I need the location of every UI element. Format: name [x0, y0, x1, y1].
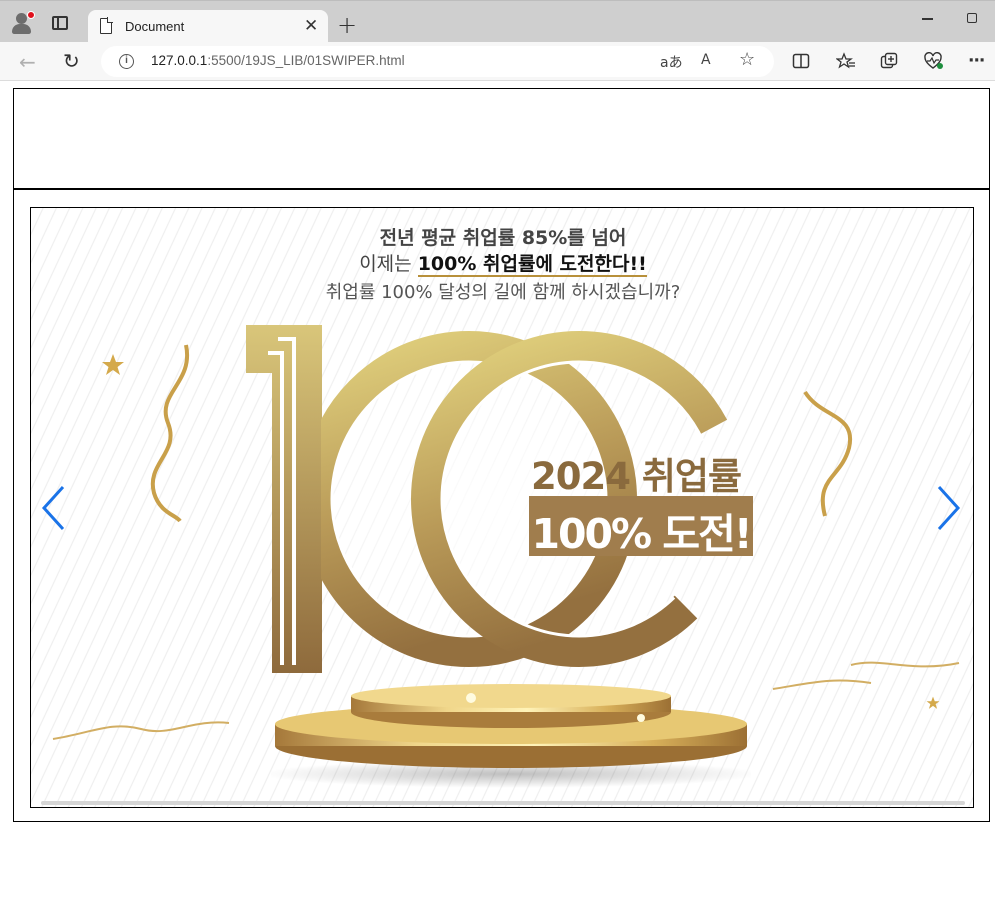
- browser-essentials-icon[interactable]: [924, 52, 944, 70]
- banner-headline-2-prefix: 이제는: [359, 253, 418, 275]
- url-text[interactable]: 127.0.0.1:5500/19JS_LIB/01SWIPER.html: [151, 53, 405, 68]
- favorite-star-icon[interactable]: ☆: [739, 49, 755, 70]
- promo-challenge-box: 100% 도전!: [529, 496, 753, 558]
- page-header-box: [13, 88, 990, 190]
- url-path: :5500/19JS_LIB/01SWIPER.html: [207, 53, 405, 68]
- split-screen-icon[interactable]: [792, 52, 810, 70]
- reload-button[interactable]: ↻: [63, 51, 80, 71]
- tab-actions-icon[interactable]: [52, 16, 68, 30]
- window-minimize-button[interactable]: [922, 18, 933, 20]
- swiper-scrollbar[interactable]: [41, 801, 965, 805]
- more-menu-button[interactable]: ···: [968, 52, 985, 70]
- site-info-icon[interactable]: i: [119, 54, 134, 69]
- browser-tab-strip: Document ✕ +: [0, 0, 995, 43]
- swiper-next-button[interactable]: [937, 485, 961, 531]
- tab-close-button[interactable]: ✕: [304, 16, 318, 36]
- chevron-left-icon: [41, 485, 65, 531]
- new-tab-button[interactable]: +: [337, 12, 357, 38]
- gold-podium-graphic: [271, 684, 751, 788]
- gold-star-icon: [102, 354, 124, 375]
- browser-toolbar: ← ↻ i 127.0.0.1:5500/19JS_LIB/01SWIPER.h…: [0, 42, 995, 81]
- chevron-right-icon: [937, 485, 961, 531]
- translate-icon[interactable]: aあ: [660, 52, 683, 72]
- gold-ribbon-right-icon: [803, 390, 853, 517]
- url-host: 127.0.0.1: [151, 53, 208, 68]
- favorites-icon[interactable]: [836, 52, 856, 70]
- big-number-one-graphic: [246, 325, 322, 673]
- profile-avatar-icon[interactable]: [10, 11, 35, 35]
- promo-year-text: 2024 취업률: [531, 455, 742, 498]
- banner-headline-3: 취업률 100% 달성의 길에 함께 하시겠습니까?: [325, 282, 681, 303]
- banner-headline-1: 전년 평균 취업률 85%를 넘어: [379, 227, 627, 249]
- window-maximize-button[interactable]: [967, 13, 977, 23]
- banner-headline-2: 이제는 100% 취업률에 도전한다!!: [31, 249, 973, 277]
- promo-challenge-text: 100% 도전!: [531, 510, 752, 558]
- back-button[interactable]: ←: [19, 52, 36, 72]
- gold-ribbon-bottom-left-icon: [52, 721, 230, 740]
- banner-headline-2-strong: 100% 취업률에 도전한다!!: [417, 253, 647, 277]
- collections-icon[interactable]: [880, 52, 900, 70]
- tab-title: Document: [125, 19, 185, 34]
- tab-document[interactable]: Document ✕: [88, 10, 328, 43]
- swiper-prev-button[interactable]: [41, 485, 65, 531]
- document-icon: [100, 17, 113, 34]
- gold-ribbon-left-icon: [150, 344, 190, 523]
- gold-star-small-icon: [926, 696, 940, 709]
- swiper-slide-banner[interactable]: 전년 평균 취업률 85%를 넘어 이제는 100% 취업률에 도전한다!! 취…: [30, 207, 974, 808]
- read-aloud-icon[interactable]: A: [701, 52, 711, 68]
- address-bar[interactable]: i 127.0.0.1:5500/19JS_LIB/01SWIPER.html …: [101, 46, 774, 77]
- gold-ribbon-bottom-right-icon: [772, 661, 960, 690]
